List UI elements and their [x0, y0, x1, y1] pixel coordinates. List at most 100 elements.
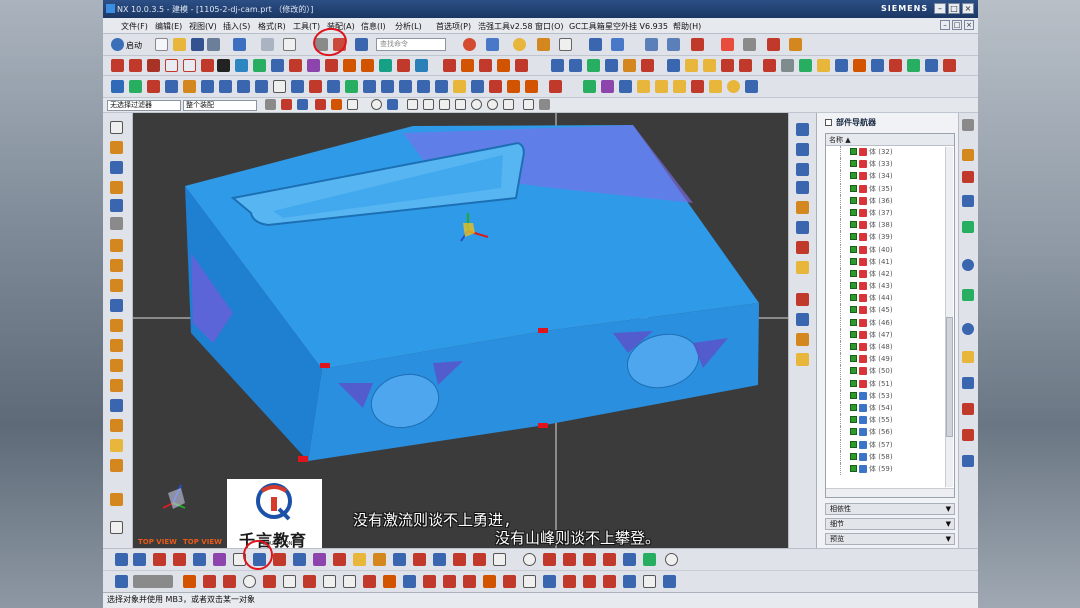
- section-details[interactable]: 细节 ▼: [825, 518, 955, 530]
- offset-icon[interactable]: [343, 59, 356, 72]
- visibility-checkbox[interactable]: [850, 306, 857, 314]
- assembly-nav-icon[interactable]: [962, 149, 974, 161]
- boolean-icon[interactable]: [289, 59, 302, 72]
- navigator-row[interactable]: 体 (37): [826, 206, 954, 219]
- cube-blue-icon[interactable]: [110, 399, 123, 412]
- explode-icon[interactable]: [213, 553, 226, 566]
- plane-icon[interactable]: [381, 80, 394, 93]
- grid-icon[interactable]: [943, 59, 956, 72]
- feature-group-icon[interactable]: [563, 553, 576, 566]
- navigator-row[interactable]: 体 (44): [826, 292, 954, 305]
- visibility-checkbox[interactable]: [850, 367, 857, 375]
- cylinder-icon[interactable]: [587, 59, 600, 72]
- drawing-icon[interactable]: [327, 80, 340, 93]
- convert-ref-icon[interactable]: [563, 575, 576, 588]
- navigator-row[interactable]: 体 (56): [826, 426, 954, 439]
- filter-reset-icon[interactable]: [265, 99, 276, 110]
- section-preview[interactable]: 预览 ▼: [825, 533, 955, 545]
- navigator-row[interactable]: 体 (43): [826, 280, 954, 293]
- show-icon[interactable]: [507, 80, 520, 93]
- flag-green-icon[interactable]: [643, 553, 656, 566]
- window-icon[interactable]: [283, 38, 296, 51]
- cube-open-icon[interactable]: [110, 339, 123, 352]
- electrode-icon[interactable]: [165, 80, 178, 93]
- quadrant-icon[interactable]: [387, 99, 398, 110]
- offset-curve-icon[interactable]: [363, 575, 376, 588]
- history-icon[interactable]: [110, 141, 123, 154]
- settings-icon[interactable]: [745, 80, 758, 93]
- dimension-icon[interactable]: [483, 575, 496, 588]
- generate-path-icon[interactable]: [373, 553, 386, 566]
- visibility-checkbox[interactable]: [850, 148, 857, 155]
- show-constraints-icon[interactable]: [543, 575, 556, 588]
- wcs-icon[interactable]: [721, 38, 734, 51]
- report-icon[interactable]: [691, 80, 704, 93]
- snap-point-icon[interactable]: [315, 99, 326, 110]
- mirror-icon[interactable]: [361, 59, 374, 72]
- alternate-solution-icon[interactable]: [583, 575, 596, 588]
- minimize-button[interactable]: –: [934, 3, 946, 14]
- measure-icon[interactable]: [611, 38, 624, 51]
- pattern-curve-icon[interactable]: [383, 575, 396, 588]
- close-button[interactable]: ×: [962, 3, 974, 14]
- navigator-pin-checkbox[interactable]: [825, 119, 832, 126]
- blend-icon[interactable]: [307, 59, 320, 72]
- menu-window[interactable]: 窗口(O): [535, 21, 564, 32]
- thicken-icon[interactable]: [623, 59, 636, 72]
- ruler-icon[interactable]: [789, 38, 802, 51]
- update-model-icon[interactable]: [623, 575, 636, 588]
- shop-doc-icon[interactable]: [433, 553, 446, 566]
- visibility-checkbox[interactable]: [850, 318, 857, 326]
- pattern-tool-icon[interactable]: [110, 279, 123, 292]
- extrude-icon[interactable]: [235, 59, 248, 72]
- endpoint-icon[interactable]: [331, 99, 342, 110]
- constraint-sketch-icon[interactable]: [503, 575, 516, 588]
- polygon-icon[interactable]: [183, 59, 196, 72]
- arrow-green-icon[interactable]: [129, 80, 142, 93]
- gate-icon[interactable]: [273, 80, 286, 93]
- runner-icon[interactable]: [255, 80, 268, 93]
- create-tool-icon[interactable]: [313, 553, 326, 566]
- feature-icon[interactable]: [871, 59, 884, 72]
- navigator-row[interactable]: 体 (55): [826, 414, 954, 427]
- sweep-icon[interactable]: [461, 59, 474, 72]
- flag-icon[interactable]: [147, 80, 160, 93]
- group-icon[interactable]: [110, 319, 123, 332]
- manufacturing-wizard-icon[interactable]: [962, 429, 974, 441]
- paste-icon[interactable]: [355, 38, 368, 51]
- visibility-checkbox[interactable]: [850, 391, 857, 399]
- existing-point-icon[interactable]: [471, 99, 482, 110]
- output-cls-icon[interactable]: [453, 553, 466, 566]
- revolve-icon[interactable]: [253, 59, 266, 72]
- target-icon[interactable]: [583, 553, 596, 566]
- reuse-library-icon[interactable]: [962, 221, 974, 233]
- book-icon[interactable]: [110, 299, 123, 312]
- sketch-polygon-icon[interactable]: [303, 575, 316, 588]
- role-icon[interactable]: [962, 351, 974, 363]
- insert-icon[interactable]: [291, 80, 304, 93]
- type-filter-select[interactable]: 无选择过滤器: [107, 100, 181, 111]
- navigator-row[interactable]: 体 (32): [826, 146, 954, 158]
- fit-view-icon[interactable]: [796, 123, 809, 136]
- cone-icon[interactable]: [605, 59, 618, 72]
- analysis-icon[interactable]: [345, 80, 358, 93]
- simulate-icon[interactable]: [473, 553, 486, 566]
- layers-icon[interactable]: [110, 379, 123, 392]
- constraint-icon[interactable]: [691, 38, 704, 51]
- zoom-icon[interactable]: [796, 143, 809, 156]
- maximize-button[interactable]: □: [948, 3, 960, 14]
- navigator-row[interactable]: 体 (49): [826, 353, 954, 366]
- scissors-icon[interactable]: [110, 521, 123, 534]
- box-icon[interactable]: [637, 80, 650, 93]
- quick-extend-icon[interactable]: [443, 575, 456, 588]
- solid-icon[interactable]: [551, 59, 564, 72]
- menu-haoqiang-tools[interactable]: 浩强工具v2.58: [478, 21, 533, 32]
- start-button[interactable]: 启动: [126, 40, 142, 51]
- navigator-vertical-scrollbar[interactable]: [945, 147, 953, 487]
- menu-format[interactable]: 格式(R): [258, 21, 286, 32]
- move-component-icon[interactable]: [153, 553, 166, 566]
- visibility-checkbox[interactable]: [850, 379, 857, 387]
- intersection-icon[interactable]: [407, 99, 418, 110]
- polyline-icon[interactable]: [129, 59, 142, 72]
- layout-icon[interactable]: [907, 59, 920, 72]
